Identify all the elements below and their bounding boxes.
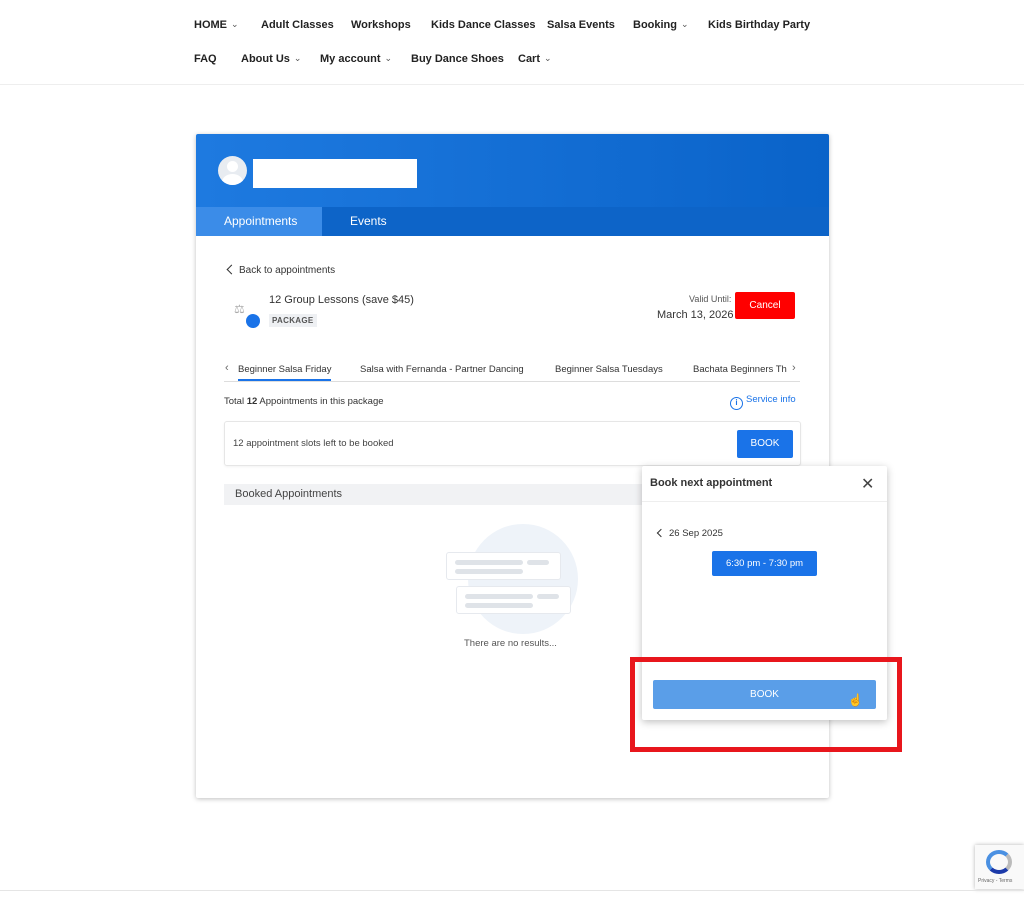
nav-about-us[interactable]: About Us ⌄ (241, 53, 301, 65)
dancers-icon: ⚖ (234, 302, 245, 316)
nav-booking[interactable]: Booking ⌄ (633, 19, 689, 31)
empty-line (465, 603, 533, 608)
package-badge: PACKAGE (269, 314, 317, 327)
recaptcha-footer: Privacy - Terms (978, 878, 1013, 884)
empty-line (527, 560, 549, 565)
total-count: 12 (246, 396, 258, 407)
total-appointments-text: Total 12 Appointments in this package (224, 396, 384, 407)
nav-kids-birthday-party[interactable]: Kids Birthday Party (708, 19, 810, 31)
avatar-head-icon (227, 161, 238, 172)
service-tab-beginner-salsa-friday[interactable]: Beginner Salsa Friday (238, 364, 332, 381)
chevron-down-icon: ⌄ (293, 53, 302, 63)
slots-left-box: 12 appointment slots left to be booked B… (224, 421, 801, 466)
nav-home-label: HOME (194, 19, 227, 31)
highlight-box (630, 657, 902, 752)
empty-card (456, 586, 571, 614)
nav-workshops[interactable]: Workshops (351, 19, 411, 31)
service-tab-beginner-salsa-tuesdays[interactable]: Beginner Salsa Tuesdays (555, 364, 663, 375)
book-button[interactable]: BOOK (737, 430, 793, 458)
tab-events[interactable]: Events (322, 207, 415, 236)
total-prefix: Total (224, 396, 247, 407)
close-icon[interactable]: ✕ (861, 474, 874, 494)
popup-date-label: 26 Sep 2025 (669, 528, 723, 539)
nav-faq[interactable]: FAQ (194, 53, 217, 65)
back-to-appointments-link[interactable]: Back to appointments (226, 264, 336, 276)
service-tabs: Beginner Salsa Friday Salsa with Fernand… (224, 362, 800, 382)
cancel-button[interactable]: Cancel (735, 292, 795, 319)
chevron-down-icon: ⌄ (231, 19, 239, 29)
package-title: 12 Group Lessons (save $45) (269, 294, 414, 306)
slots-left-text: 12 appointment slots left to be booked (233, 438, 394, 449)
chevron-down-icon: ⌄ (681, 19, 689, 29)
valid-until-label: Valid Until: (689, 294, 732, 304)
avatar (218, 156, 247, 185)
nav-cart-label: Cart (518, 53, 541, 65)
popup-title: Book next appointment (650, 477, 773, 489)
nav-salsa-events[interactable]: Salsa Events (547, 19, 615, 31)
chevron-left-icon (226, 264, 237, 275)
package-dot-icon (246, 314, 260, 328)
nav-cart[interactable]: Cart ⌄ (518, 53, 552, 65)
empty-card (446, 552, 561, 580)
nav-kids-dance-classes[interactable]: Kids Dance Classes (431, 19, 536, 31)
empty-state-illustration (446, 522, 581, 634)
empty-state-text: There are no results... (464, 638, 557, 649)
recaptcha-icon (986, 850, 1012, 874)
chevron-down-icon: ⌄ (544, 53, 552, 63)
service-info-label: Service info (746, 394, 796, 405)
nav-buy-dance-shoes[interactable]: Buy Dance Shoes (411, 53, 504, 65)
tab-appointments[interactable]: Appointments (196, 207, 322, 236)
nav-about-us-label: About Us (241, 53, 290, 65)
panel-tabs: Appointments Events (196, 207, 829, 236)
empty-line (537, 594, 559, 599)
nav-my-account[interactable]: My account ⌄ (320, 53, 392, 65)
recaptcha-badge[interactable]: Privacy - Terms (975, 845, 1024, 889)
nav-my-account-label: My account (320, 53, 381, 65)
empty-line (455, 560, 523, 565)
service-info-link[interactable]: i Service info (730, 394, 796, 410)
popup-date-nav[interactable]: 26 Sep 2025 (656, 528, 723, 539)
info-icon: i (730, 397, 743, 410)
chevron-left-icon (656, 528, 666, 538)
booked-appointments-header: Booked Appointments (224, 484, 644, 505)
nav-booking-label: Booking (633, 19, 677, 31)
booked-appointments-heading: Booked Appointments (235, 488, 343, 500)
redacted-customer-name (253, 159, 417, 188)
service-tab-salsa-fernanda[interactable]: Salsa with Fernanda - Partner Dancing (360, 364, 524, 375)
popup-divider (642, 501, 887, 502)
nav-home[interactable]: HOME ⌄ (194, 19, 239, 31)
chevron-down-icon: ⌄ (384, 53, 393, 63)
footer-divider (0, 890, 1024, 891)
valid-until-date: March 13, 2026 (657, 309, 734, 321)
empty-line (455, 569, 523, 574)
package-icon: ⚖ (234, 302, 260, 328)
time-slot-button[interactable]: 6:30 pm - 7:30 pm (712, 551, 817, 576)
service-tab-bachata-beginners[interactable]: Bachata Beginners Th (693, 364, 787, 375)
total-suffix: Appointments in this package (257, 396, 384, 407)
nav-adult-classes[interactable]: Adult Classes (261, 19, 334, 31)
top-navigation: HOME ⌄ Adult Classes Workshops Kids Dance… (0, 0, 1024, 85)
back-link-label: Back to appointments (239, 265, 336, 276)
panel-header: Appointments Events (196, 134, 829, 236)
chevron-right-icon[interactable]: › (792, 362, 796, 374)
empty-line (465, 594, 533, 599)
avatar-body-icon (222, 174, 243, 185)
